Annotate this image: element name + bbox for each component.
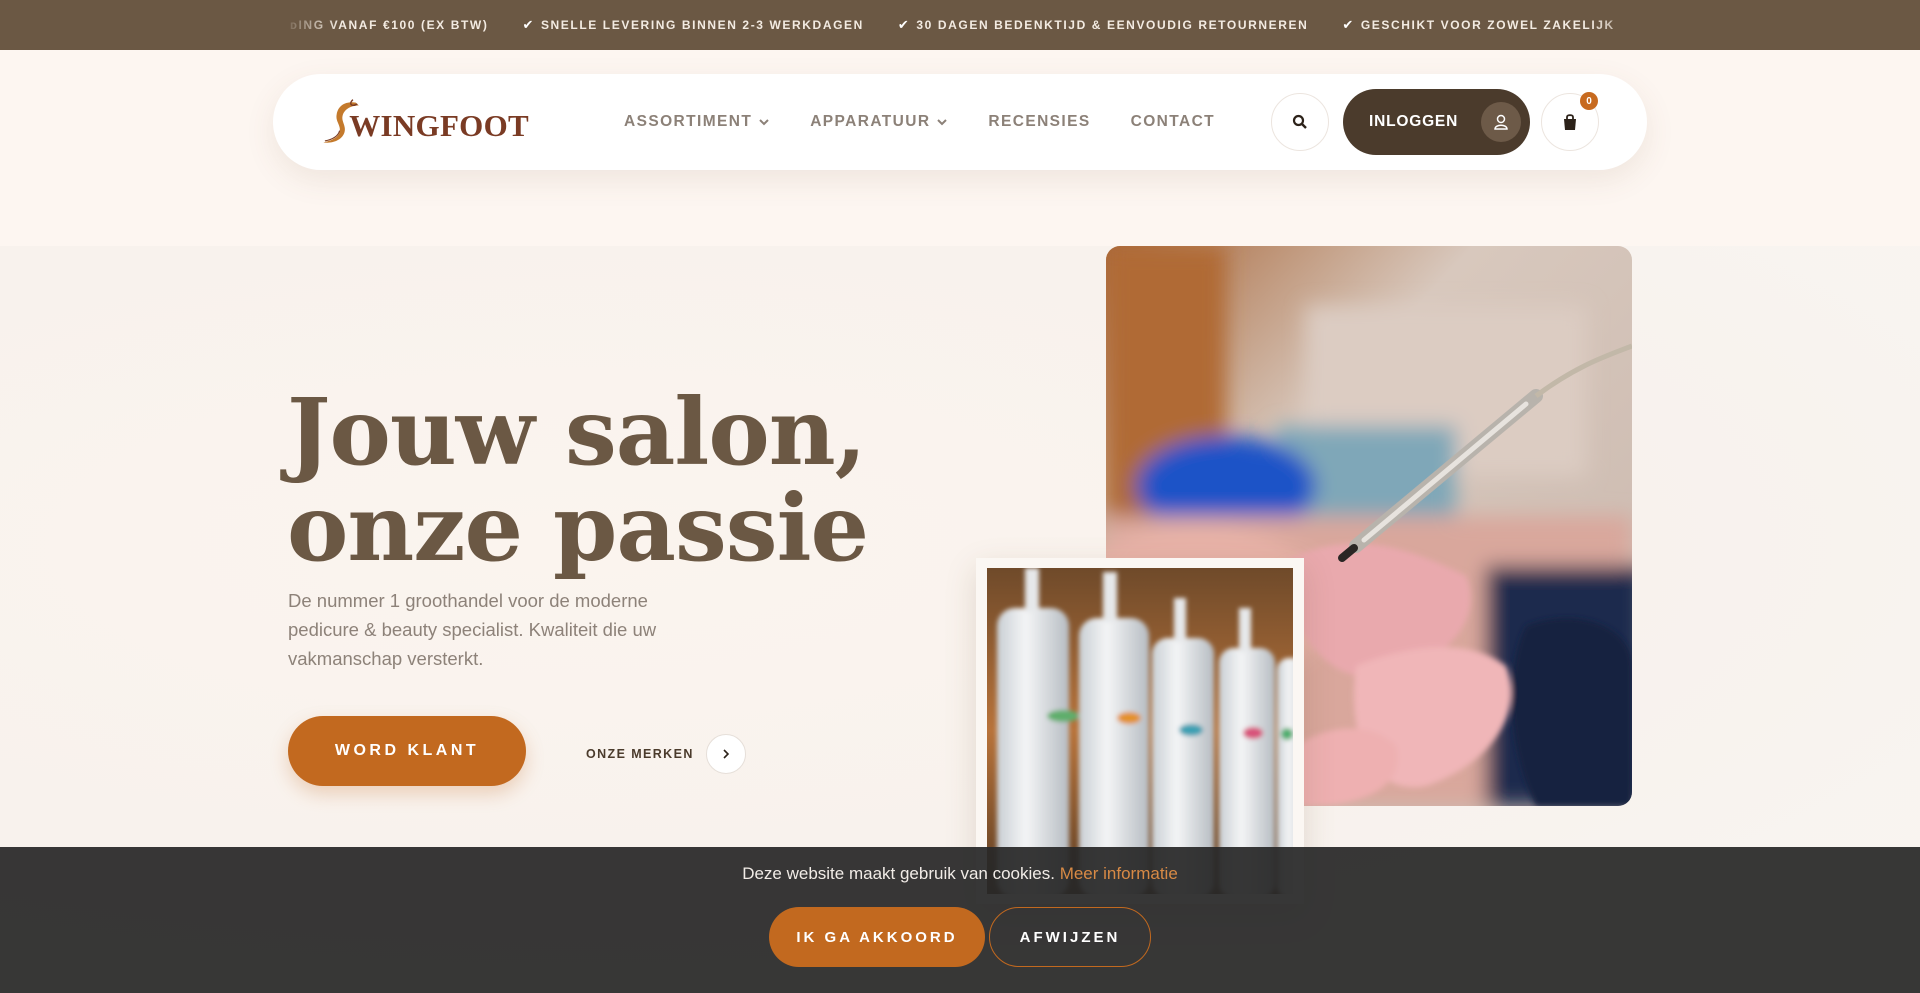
- site-header: WINGFOOT ASSORTIMENT APPARATUUR RECENSIE…: [273, 74, 1647, 170]
- usp-mask: [0, 0, 285, 50]
- usp-mask: [1655, 0, 1920, 50]
- hero-title-line: onze passie: [287, 474, 869, 582]
- decline-cookies-button[interactable]: AFWIJZEN: [989, 907, 1151, 967]
- hero-subtitle: De nummer 1 groothandel voor de moderne …: [288, 590, 657, 669]
- check-icon: ✔: [897, 17, 911, 32]
- hero-photo-bottles: [987, 568, 1293, 894]
- logo[interactable]: WINGFOOT: [319, 88, 529, 154]
- search-icon: [1292, 114, 1307, 129]
- nav-label: APPARATUUR: [810, 113, 931, 130]
- usp-text: 30 DAGEN BEDENKTIJD & EENVOUDIG RETOURNE…: [916, 18, 1309, 32]
- chevron-down-icon: [759, 119, 769, 126]
- shopping-bag-icon: [1564, 114, 1576, 130]
- cart-button[interactable]: 0: [1541, 92, 1599, 151]
- nav-item-apparatuur[interactable]: APPARATUUR: [810, 113, 948, 131]
- usp-text: SNELLE LEVERING BINNEN 2-3 WERKDAGEN: [540, 18, 864, 32]
- usp-fade: [1590, 0, 1660, 50]
- onze-merken-link[interactable]: ONZE MERKEN: [586, 734, 746, 774]
- check-icon: ✔: [522, 17, 535, 32]
- brands-label: ONZE MERKEN: [586, 747, 694, 761]
- logo-text: WINGFOOT: [349, 108, 529, 143]
- hero-title-line: Jouw salon,: [287, 378, 867, 486]
- usp-bar: ᴅING VANAF €100 (EX BTW) ✔ SNELLE LEVERI…: [0, 0, 1920, 50]
- login-label: INLOGGEN: [1369, 113, 1459, 130]
- meer-informatie-link[interactable]: Meer informatie: [1060, 864, 1178, 883]
- hero-title: Jouw salon, onze passie: [287, 378, 869, 582]
- usp-fade: [280, 0, 340, 50]
- cookie-message: Deze website maakt gebruik van cookies. …: [0, 864, 1920, 884]
- cookie-bar: Deze website maakt gebruik van cookies. …: [0, 847, 1920, 993]
- nav-label: ASSORTIMENT: [624, 113, 753, 130]
- search-button[interactable]: [1271, 93, 1329, 151]
- nav-item-recensies[interactable]: RECENSIES: [988, 113, 1090, 131]
- usp-item: ✔ 30 DAGEN BEDENKTIJD & EENVOUDIG RETOUR…: [898, 17, 1308, 33]
- usp-item: ✔ SNELLE LEVERING BINNEN 2-3 WERKDAGEN: [522, 17, 863, 33]
- cart-count-badge: 0: [1580, 92, 1598, 110]
- nav-label: RECENSIES: [988, 113, 1091, 130]
- login-button[interactable]: INLOGGEN: [1343, 89, 1530, 155]
- check-icon: ✔: [1342, 17, 1355, 32]
- chevron-down-icon: [937, 119, 948, 126]
- nav-item-contact[interactable]: CONTACT: [1131, 113, 1215, 131]
- nav-item-assortiment[interactable]: ASSORTIMENT: [624, 113, 770, 131]
- nav-label: CONTACT: [1130, 113, 1216, 130]
- word-klant-button[interactable]: WORD KLANT: [288, 716, 526, 786]
- usp-text: GESCHIKT VOOR ZOWEL ZAKELIJK: [1360, 18, 1615, 32]
- usp-item: ✔ GESCHIKT VOOR ZOWEL ZAKELIJK: [1342, 17, 1614, 33]
- accept-cookies-button[interactable]: IK GA AKKOORD: [769, 907, 985, 967]
- usp-track: ᴅING VANAF €100 (EX BTW) ✔ SNELLE LEVERI…: [290, 0, 1615, 50]
- cookie-text: Deze website maakt gebruik van cookies.: [742, 864, 1055, 883]
- main-nav: ASSORTIMENT APPARATUUR RECENSIES CONTACT: [624, 74, 1255, 170]
- chevron-right-icon: [705, 734, 746, 774]
- user-icon: [1481, 102, 1521, 142]
